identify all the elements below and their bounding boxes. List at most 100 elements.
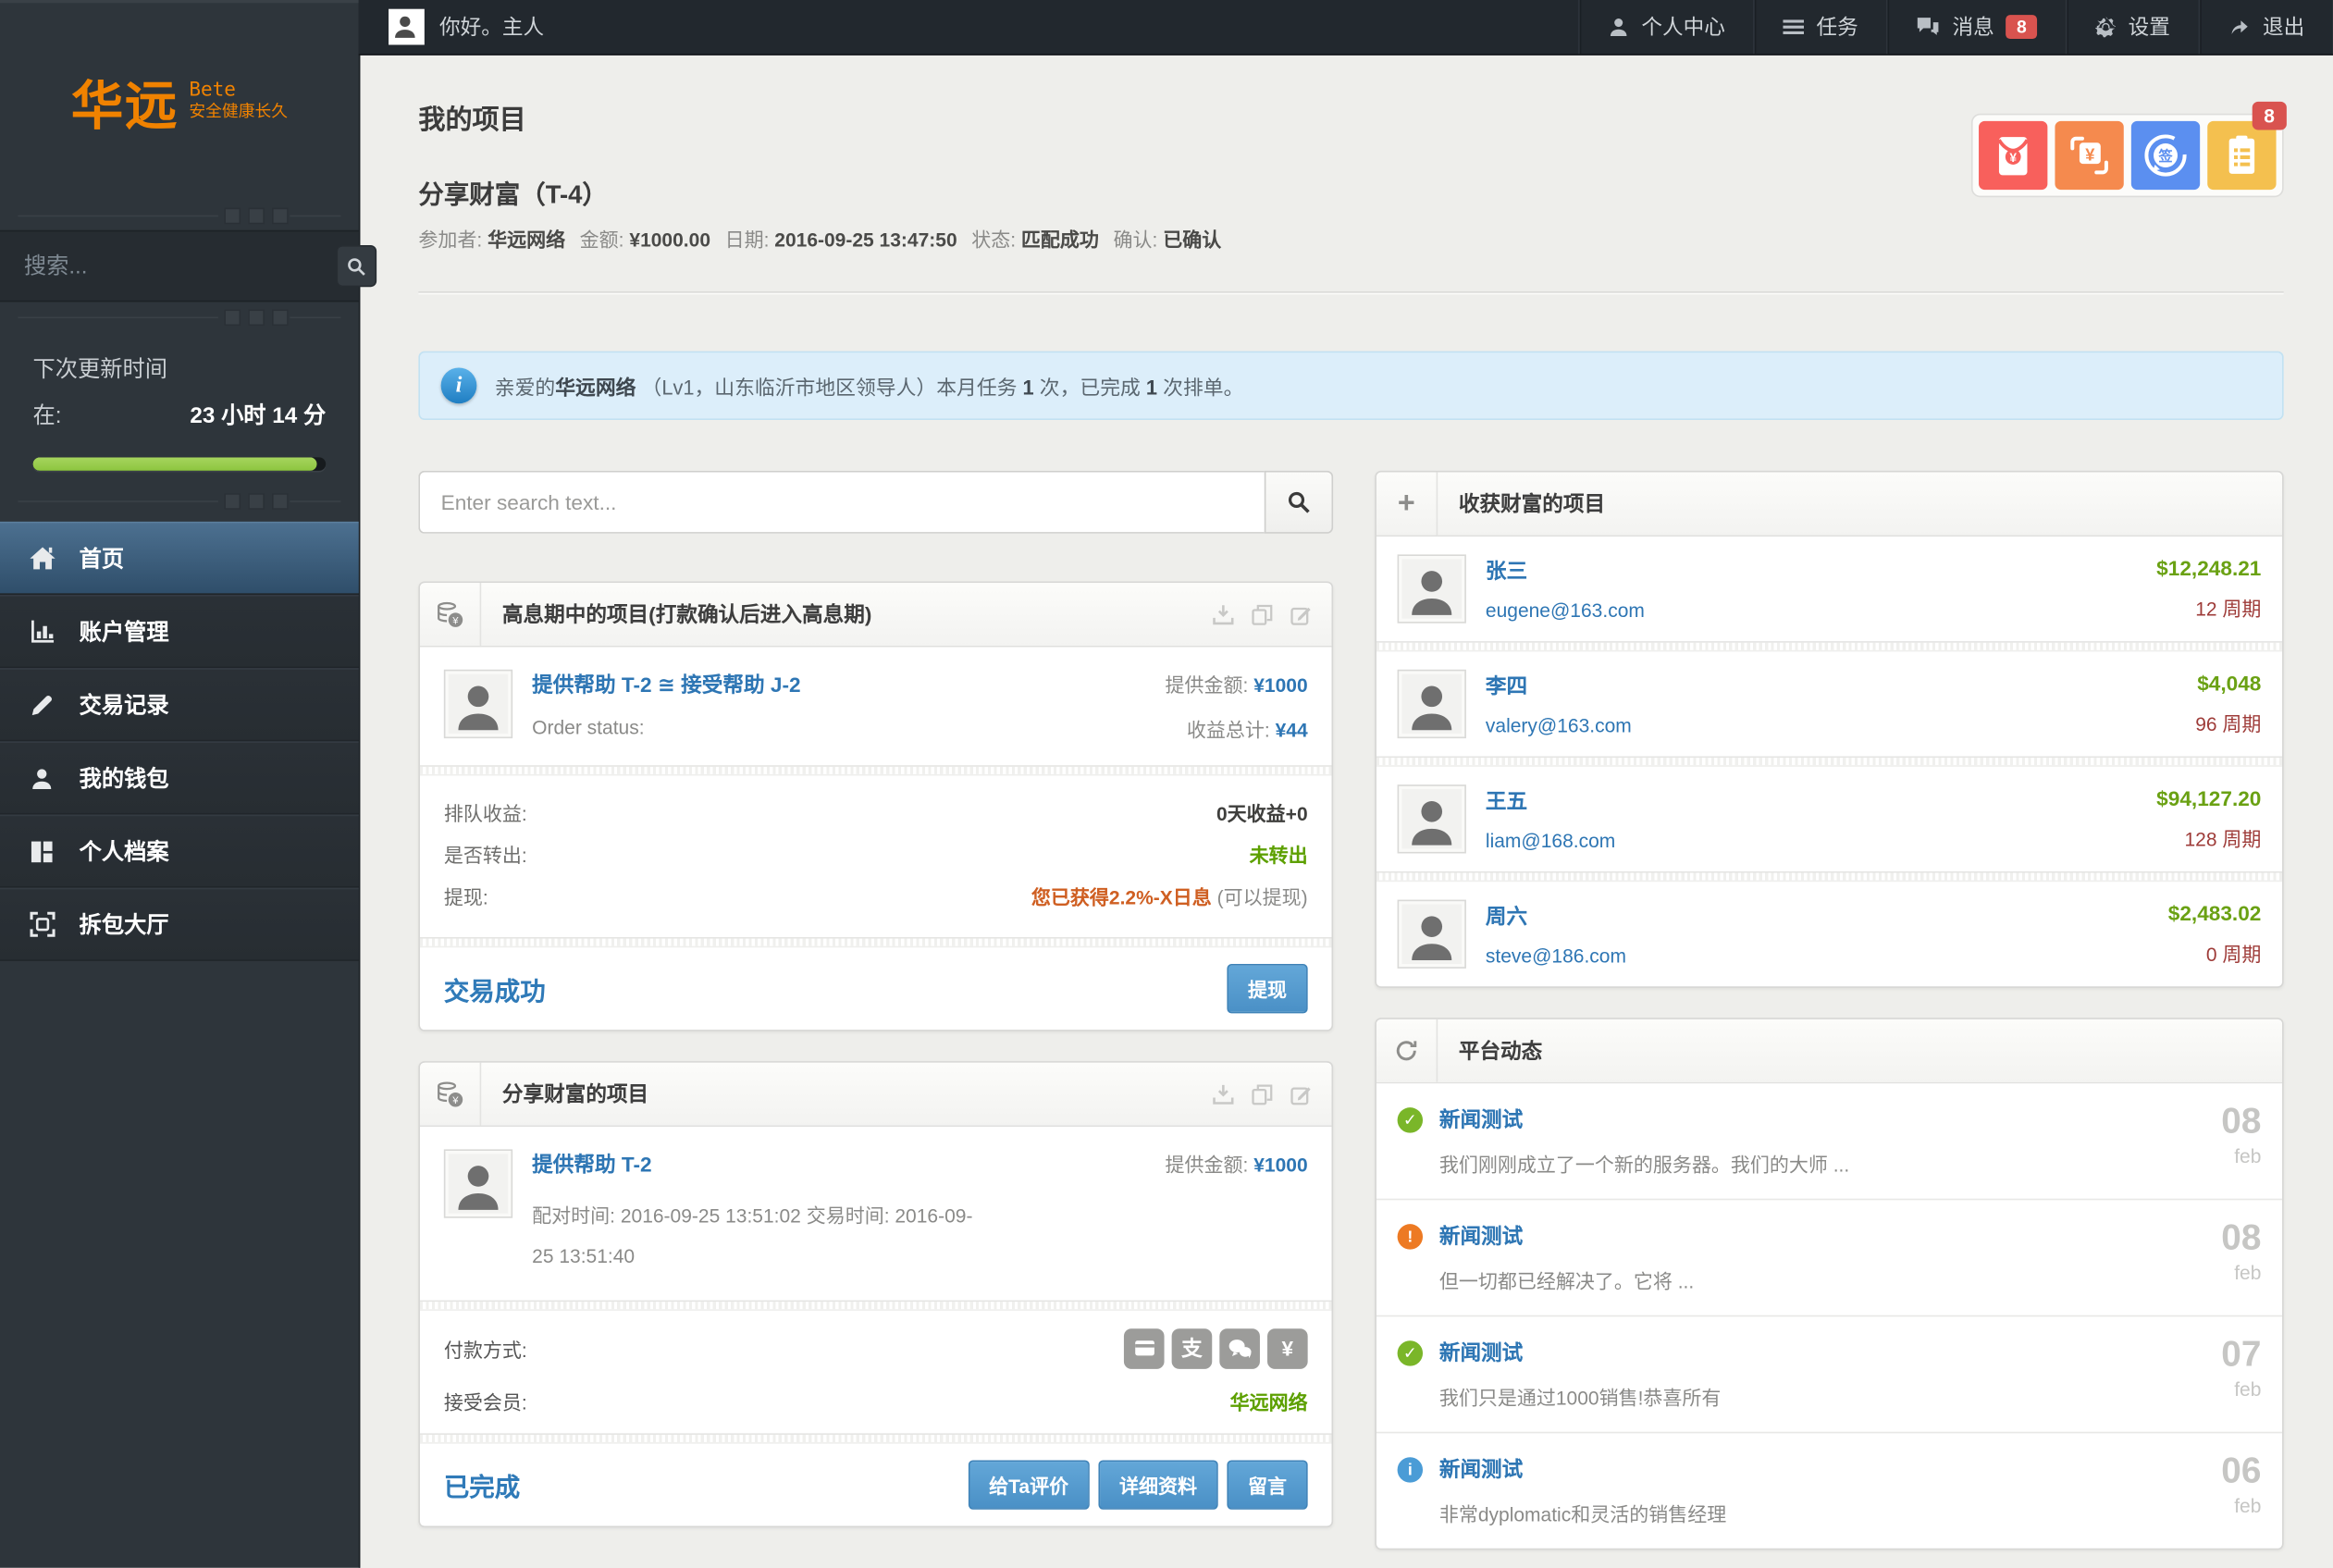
unionpay-icon[interactable]: ¥ xyxy=(1267,1328,1308,1369)
share-order-link[interactable]: 提供帮助 T-2 xyxy=(532,1153,651,1177)
project-search-input[interactable] xyxy=(418,471,1264,534)
alert-text: 次，已完成 xyxy=(1040,377,1141,399)
news-date: 08 feb xyxy=(2221,1105,2261,1178)
harvest-panel: + 收获财富的项目 张三 eugene@163.com $12,248.21 1… xyxy=(1375,471,2283,988)
meta-label: 状态: xyxy=(971,228,1016,251)
interest-detail-rows: 排队收益: 0天收益+0 是否转出: 未转出 提现: 您已获得2.2%-X日息 … xyxy=(420,775,1332,936)
member-email-link[interactable]: liam@168.com xyxy=(1486,830,2137,852)
wechat-icon[interactable] xyxy=(1219,1328,1260,1369)
info-alert: i 亲爱的华远网络 （Lv1，山东临沂市地区领导人）本月任务 1 次，已完成 1… xyxy=(418,352,2283,420)
topbar-item-logout[interactable]: 退出 xyxy=(2199,0,2333,54)
copy-icon[interactable] xyxy=(1251,603,1273,625)
member-email-link[interactable]: eugene@163.com xyxy=(1486,599,2137,622)
meta-value: 已确认 xyxy=(1163,228,1221,251)
sidebar-item-home[interactable]: 首页 xyxy=(0,522,359,595)
news-month: feb xyxy=(2221,1145,2261,1167)
sidebar-separator xyxy=(0,302,359,331)
copy-icon[interactable] xyxy=(1251,1083,1273,1105)
topbar-user[interactable]: 你好。主人 xyxy=(359,9,544,45)
exchange-button[interactable]: ¥ xyxy=(2055,121,2123,190)
topbar-item-messages[interactable]: 消息 8 xyxy=(1886,0,2065,54)
scan-frame-icon xyxy=(25,912,58,937)
member-name-link[interactable]: 李四 xyxy=(1486,671,2176,700)
project-meta: 参加者: 华远网络 金额: ¥1000.00 日期: 2016-09-25 13… xyxy=(418,224,2283,253)
news-panel-header: 平台动态 xyxy=(1376,1019,2282,1083)
topbar-item-tasks[interactable]: 任务 xyxy=(1754,0,1887,54)
sidebar-item-unpack-hall[interactable]: 拆包大厅 xyxy=(0,888,359,961)
bank-card-icon[interactable] xyxy=(1124,1328,1165,1369)
rate-button[interactable]: 给Ta评价 xyxy=(969,1460,1090,1509)
panel-separator xyxy=(1376,756,2282,766)
topbar-item-label: 设置 xyxy=(2129,12,2170,42)
update-progress-bar xyxy=(33,457,327,471)
details-button[interactable]: 详细资料 xyxy=(1098,1460,1217,1509)
news-day: 07 xyxy=(2221,1338,2261,1374)
sidebar-separator xyxy=(0,200,359,229)
sidebar-item-label: 账户管理 xyxy=(80,616,169,648)
member-name-link[interactable]: 王五 xyxy=(1486,786,2137,816)
harvest-row: 王五 liam@168.com $94,127.20 128 周期 xyxy=(1376,767,2282,871)
withdraw-button[interactable]: 提现 xyxy=(1227,964,1307,1013)
news-title-link[interactable]: 新闻测试 xyxy=(1439,1221,2205,1251)
sidebar-item-transactions[interactable]: 交易记录 xyxy=(0,668,359,741)
detail-row: 付款方式: 支 ¥ xyxy=(444,1328,1308,1369)
topbar-item-settings[interactable]: 设置 xyxy=(2066,0,2199,54)
news-title-link[interactable]: 新闻测试 xyxy=(1439,1454,2205,1484)
download-icon[interactable] xyxy=(1212,1083,1234,1105)
row-label: 是否转出: xyxy=(444,835,527,877)
harvest-cycles: 128 周期 xyxy=(2156,823,2261,852)
interest-order-row: 提供帮助 T-2 ≅ 接受帮助 J-2 Order status: 提供金额: … xyxy=(420,648,1332,766)
sidebar-item-label: 交易记录 xyxy=(80,689,169,721)
news-panel-title: 平台动态 xyxy=(1438,1036,2282,1066)
share-detail-rows: 付款方式: 支 ¥ 接受会员: 华远网络 xyxy=(420,1310,1332,1432)
sidebar-item-label: 首页 xyxy=(80,542,124,574)
orders-button[interactable]: 8 xyxy=(2207,121,2276,190)
edit-icon[interactable] xyxy=(1290,603,1312,625)
news-date: 07 feb xyxy=(2221,1338,2261,1411)
detail-row: 排队收益: 0天收益+0 xyxy=(444,794,1308,835)
share-panel-footer: 已完成 给Ta评价 详细资料 留言 xyxy=(420,1443,1332,1525)
sidebar-item-accounts[interactable]: 账户管理 xyxy=(0,595,359,668)
sidebar-item-wallet[interactable]: 我的钱包 xyxy=(0,741,359,814)
news-month: feb xyxy=(2221,1262,2261,1284)
left-column: ¥ 高息期中的项目(打款确认后进入高息期) 提供帮助 T-2 ≅ 接受帮助 J-… xyxy=(418,471,1333,1527)
signin-button[interactable]: 签 xyxy=(2131,121,2200,190)
logo-beta-label: Bete xyxy=(189,80,288,104)
quick-actions: ¥ ¥ 签 8 xyxy=(1971,114,2284,197)
topbar-avatar xyxy=(389,9,425,45)
topbar-actions: 个人中心 任务 消息 8 设置 退出 xyxy=(1579,0,2333,54)
sidebar-item-profile[interactable]: 个人档案 xyxy=(0,815,359,888)
download-icon[interactable] xyxy=(1212,603,1234,625)
refresh-icon[interactable] xyxy=(1376,1019,1438,1082)
sidebar-search-input[interactable] xyxy=(21,252,325,280)
topbar-greeting: 你好。主人 xyxy=(439,12,544,42)
message-button[interactable]: 留言 xyxy=(1227,1460,1307,1509)
red-packet-button[interactable]: ¥ xyxy=(1979,121,2047,190)
topbar-item-profile[interactable]: 个人中心 xyxy=(1579,0,1754,54)
news-title-link[interactable]: 新闻测试 xyxy=(1439,1105,2205,1134)
sidebar-item-label: 我的钱包 xyxy=(80,762,169,794)
member-name-link[interactable]: 张三 xyxy=(1486,556,2137,586)
project-search-button[interactable] xyxy=(1265,471,1333,534)
news-month: feb xyxy=(2221,1378,2261,1401)
member-name-link[interactable]: 周六 xyxy=(1486,901,2149,931)
member-email-link[interactable]: steve@186.com xyxy=(1486,945,2149,967)
next-update-at-label: 在: xyxy=(33,399,62,430)
sidebar-item-label: 个人档案 xyxy=(80,835,169,867)
home-icon xyxy=(25,546,58,571)
edit-icon[interactable] xyxy=(1290,1083,1312,1105)
grid-icon xyxy=(25,839,58,863)
meta-label: 金额: xyxy=(580,228,624,251)
sidebar: 华远 Bete 安全健康长久 下次更新时间 在: 23 小时 14 分 xyxy=(0,0,360,1568)
news-date: 08 feb xyxy=(2221,1221,2261,1294)
harvest-amount: $12,248.21 xyxy=(2156,556,2261,580)
harvest-cycles: 12 周期 xyxy=(2156,593,2261,622)
member-email-link[interactable]: valery@163.com xyxy=(1486,714,2176,736)
news-title-link[interactable]: 新闻测试 xyxy=(1439,1338,2205,1367)
alipay-icon[interactable]: 支 xyxy=(1172,1328,1213,1369)
coins-icon: ¥ xyxy=(420,1063,481,1126)
search-icon xyxy=(1287,490,1311,514)
topbar-item-label: 消息 xyxy=(1952,12,1994,42)
interest-order-link[interactable]: 提供帮助 T-2 ≅ 接受帮助 J-2 xyxy=(532,673,800,697)
news-day: 06 xyxy=(2221,1454,2261,1490)
